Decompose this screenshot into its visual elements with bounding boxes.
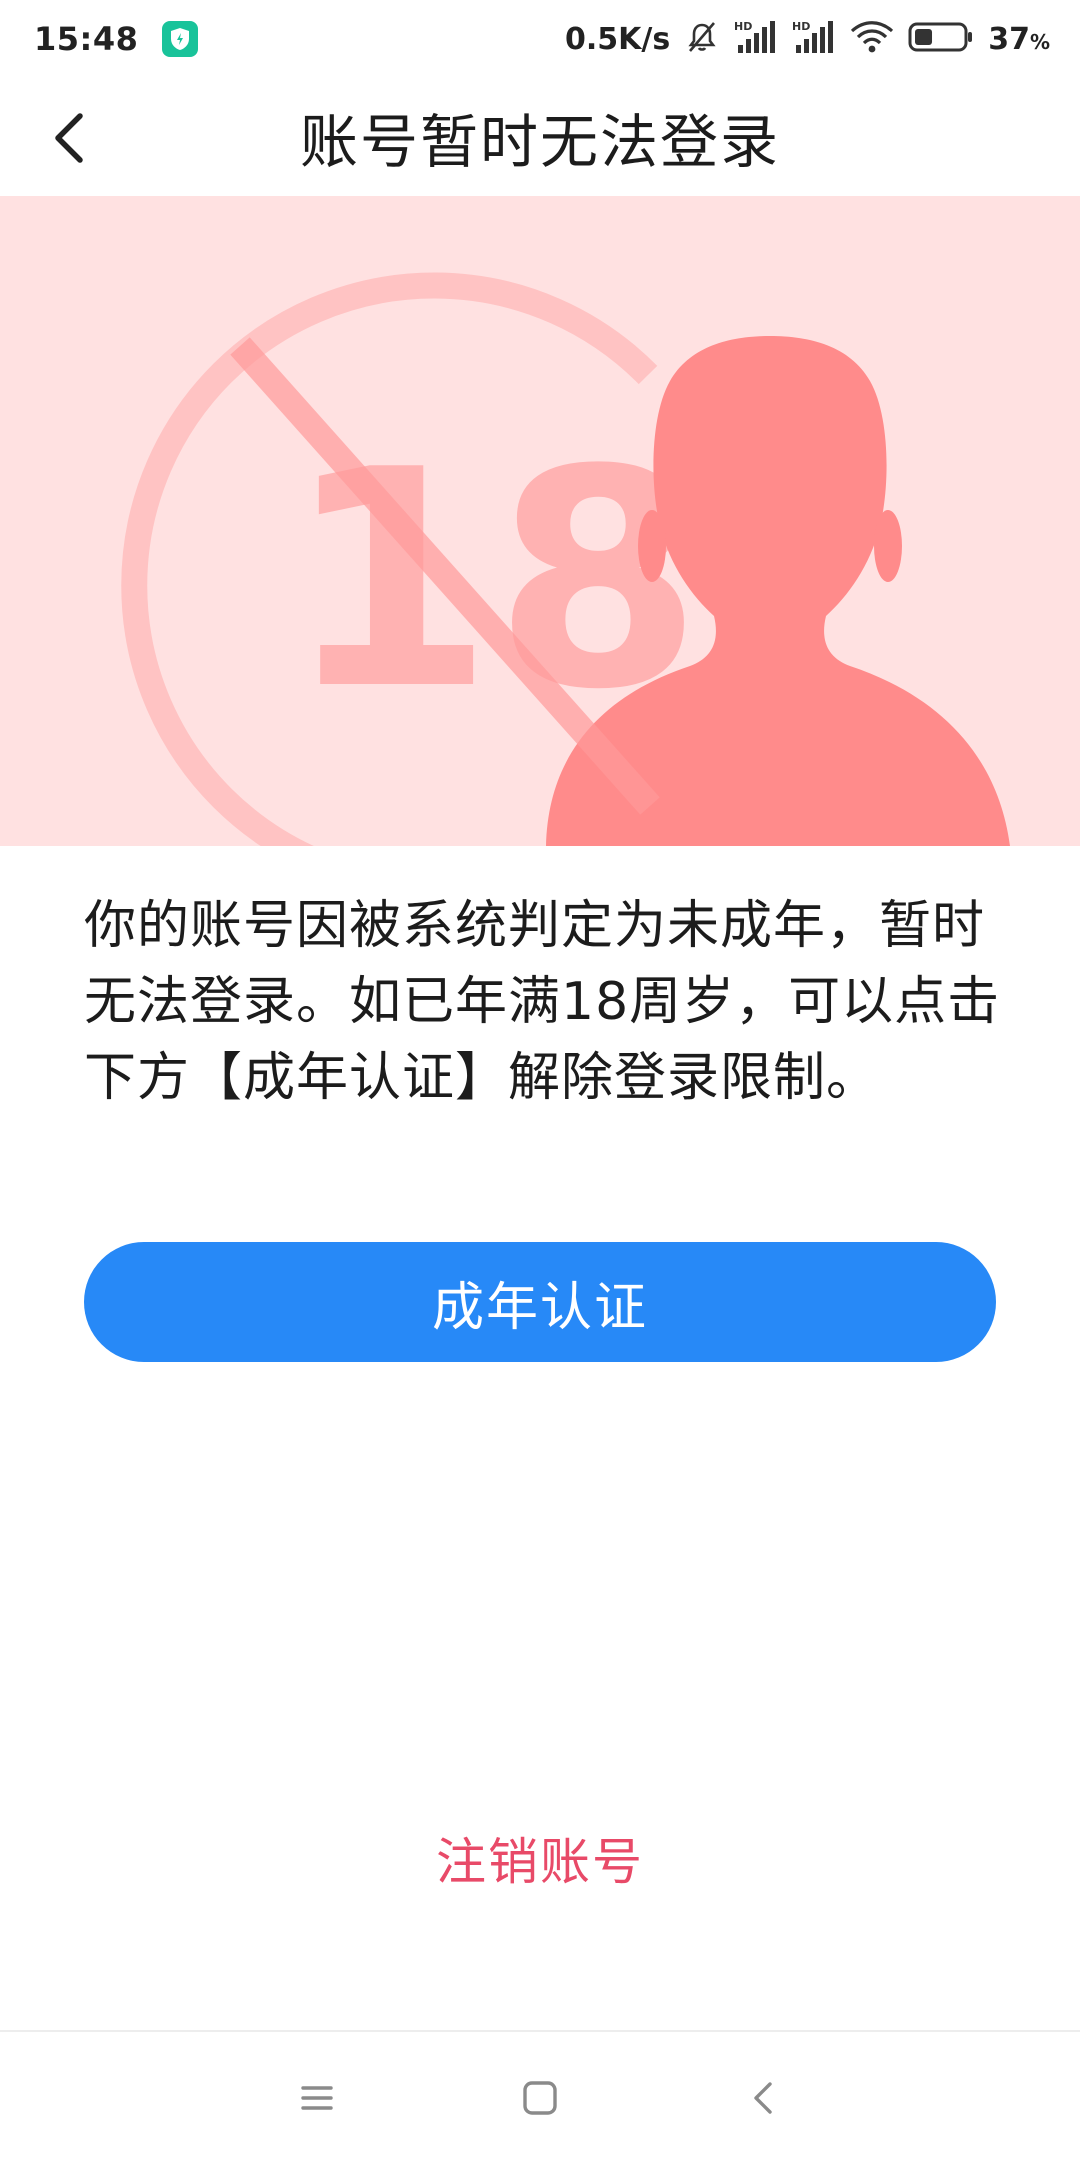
back-icon xyxy=(754,2082,772,2114)
adult-verification-button[interactable]: 成年认证 xyxy=(84,1242,996,1362)
svg-text:HD: HD xyxy=(734,20,752,33)
deregister-account-link[interactable]: 注销账号 xyxy=(0,1822,1080,1894)
adult-verification-label: 成年认证 xyxy=(431,1277,648,1338)
home-icon xyxy=(523,2081,557,2115)
back-button[interactable] xyxy=(40,108,100,168)
status-time: 15:48 xyxy=(34,20,139,58)
mute-icon xyxy=(684,19,720,59)
shield-app-icon xyxy=(162,21,199,57)
system-nav-bar xyxy=(0,2030,1080,2160)
battery-percent: 37% xyxy=(988,21,1050,57)
page-title: 账号暂时无法登录 xyxy=(299,108,780,176)
hero-banner: 18 xyxy=(0,196,1080,846)
restriction-message: 你的账号因被系统判定为未成年，暂时无法登录。如已年满18周岁，可以点击下方【成年… xyxy=(84,896,1001,1108)
header: 账号暂时无法登录 xyxy=(0,78,1080,196)
status-bar: 15:48 0.5K/s HD HD 37% xyxy=(0,0,1080,78)
network-speed: 0.5K/s xyxy=(564,21,671,57)
wifi-icon xyxy=(850,19,894,59)
nav-back-button[interactable] xyxy=(734,2068,794,2128)
battery-icon xyxy=(908,19,974,59)
signal-hd-icon: HD xyxy=(734,19,778,59)
svg-text:HD: HD xyxy=(792,20,810,33)
menu-button[interactable] xyxy=(287,2068,347,2128)
under-18-prohibited-illustration: 18 xyxy=(121,272,1010,846)
menu-icon xyxy=(301,2086,333,2110)
home-button[interactable] xyxy=(510,2068,570,2128)
signal-hd-icon: HD xyxy=(792,19,836,59)
back-arrow-icon xyxy=(55,113,83,163)
